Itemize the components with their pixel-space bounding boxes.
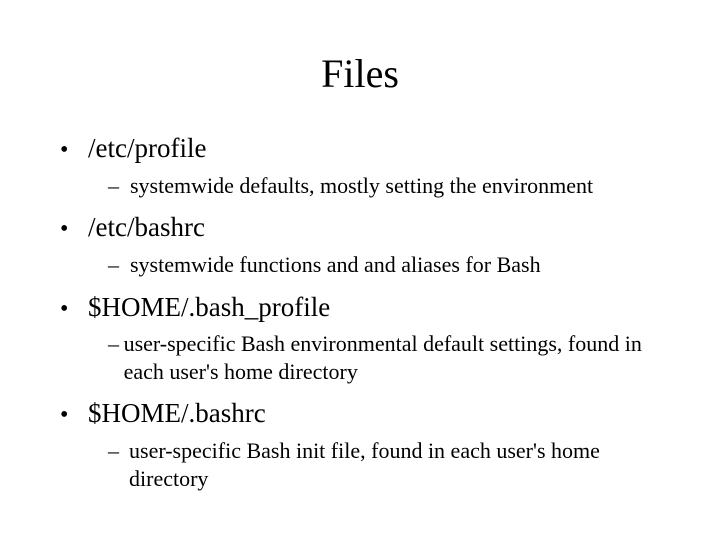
item-label: /etc/profile (88, 132, 206, 166)
item-label: /etc/bashrc (88, 211, 205, 245)
items-list: • /etc/profile – systemwide defaults, mo… (60, 132, 660, 492)
item-label: $HOME/.bashrc (88, 397, 266, 431)
list-item: • /etc/bashrc – systemwide functions and… (60, 211, 660, 278)
bullet-icon: • (60, 403, 88, 427)
slide: Files • /etc/profile – systemwide defaul… (0, 0, 720, 540)
page-title: Files (60, 50, 660, 97)
dash-icon: – (108, 252, 130, 278)
bullet-icon: • (60, 297, 88, 321)
sub-item-text: user-specific Bash environmental default… (124, 330, 660, 385)
sub-item-text: systemwide functions and and aliases for… (130, 251, 541, 279)
sub-item: – user-specific Bash init file, found in… (108, 437, 660, 492)
bullet-icon: • (60, 217, 88, 241)
dash-icon: – (108, 173, 130, 199)
sub-item: – systemwide functions and and aliases f… (108, 251, 660, 279)
dash-icon: – (108, 438, 129, 464)
sub-item-text: user-specific Bash init file, found in e… (129, 437, 660, 492)
list-item: • $HOME/.bashrc – user-specific Bash ini… (60, 397, 660, 492)
list-item: • $HOME/.bash_profile – user-specific Ba… (60, 291, 660, 386)
sub-item: – user-specific Bash environmental defau… (108, 330, 660, 385)
sub-item-text: systemwide defaults, mostly setting the … (130, 172, 593, 200)
bullet-icon: • (60, 138, 88, 162)
dash-icon: – (108, 331, 124, 357)
item-label: $HOME/.bash_profile (88, 291, 330, 325)
sub-item: – systemwide defaults, mostly setting th… (108, 172, 660, 200)
list-item: • /etc/profile – systemwide defaults, mo… (60, 132, 660, 199)
